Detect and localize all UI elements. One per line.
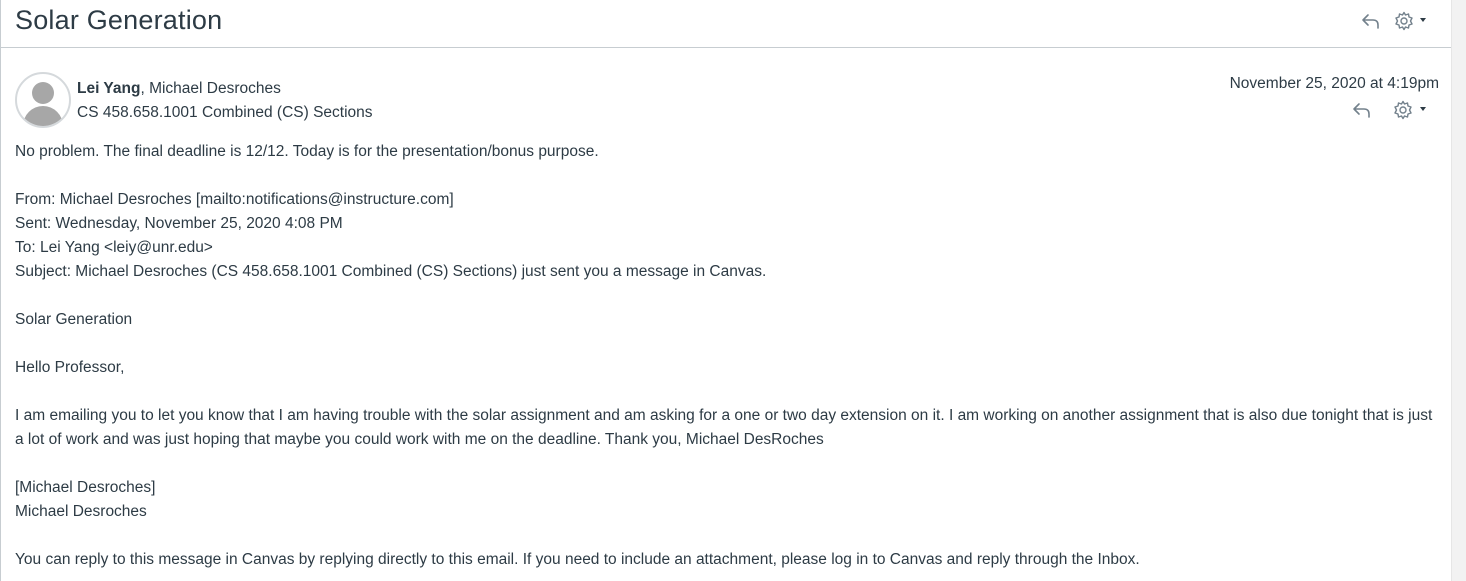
gear-icon	[1394, 11, 1414, 31]
scrollbar[interactable]	[1451, 0, 1466, 581]
message-participants: Lei Yang, Michael Desroches	[77, 80, 281, 98]
avatar-body	[23, 106, 63, 126]
quoted-greeting: Hello Professor,	[15, 359, 125, 376]
conversation-header: Solar Generation	[1, 0, 1451, 48]
reply-icon	[1361, 12, 1381, 30]
footer-notice: You can reply to this message in Canvas …	[15, 551, 1140, 568]
caret-down-icon	[1420, 18, 1426, 22]
quoted-sent: Sent: Wednesday, November 25, 2020 4:08 …	[15, 215, 343, 232]
caret-down-icon	[1420, 107, 1426, 111]
quoted-subject-line: Subject: Michael Desroches (CS 458.658.1…	[15, 263, 767, 280]
message-body: No problem. The final deadline is 12/12.…	[15, 140, 1440, 572]
message-settings-button[interactable]	[1393, 100, 1426, 120]
quoted-to: To: Lei Yang <leiy@unr.edu>	[15, 239, 213, 256]
message-author: Lei Yang	[77, 80, 141, 97]
window-left-border	[0, 0, 1, 581]
quoted-from: From: Michael Desroches [mailto:notifica…	[15, 191, 454, 208]
header-settings-button[interactable]	[1394, 11, 1426, 31]
message-reply-button[interactable]	[1352, 101, 1372, 119]
author-avatar[interactable]	[15, 72, 71, 128]
quoted-subject: Solar Generation	[15, 311, 133, 328]
reply-icon	[1352, 101, 1372, 119]
avatar-head	[32, 82, 54, 104]
reply-text: No problem. The final deadline is 12/12.…	[15, 143, 599, 160]
message-date: November 25, 2020 at 4:19pm	[1229, 75, 1439, 92]
message-course: CS 458.658.1001 Combined (CS) Sections	[77, 104, 373, 121]
signature-name: Michael Desroches	[15, 503, 147, 520]
signature-bracket: [Michael Desroches]	[15, 479, 156, 496]
scrollbar-thumb[interactable]	[1452, 0, 1466, 581]
quoted-paragraph: I am emailing you to let you know that I…	[15, 407, 1433, 448]
conversation-subject: Solar Generation	[15, 5, 223, 35]
gear-icon	[1393, 100, 1413, 120]
header-reply-button[interactable]	[1361, 12, 1381, 30]
message-other-participants: , Michael Desroches	[140, 80, 281, 97]
